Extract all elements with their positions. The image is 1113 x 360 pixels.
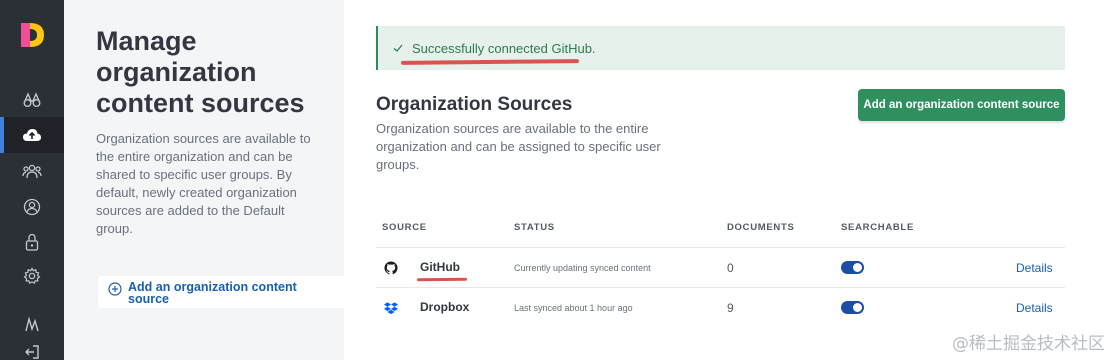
activity-icon: [25, 317, 39, 332]
details-link[interactable]: Details: [1016, 261, 1053, 275]
column-header-source[interactable]: SOURCE: [382, 222, 427, 233]
workplace-search-logo: [21, 23, 44, 47]
user-icon: [23, 198, 41, 216]
document-count: 0: [727, 261, 734, 275]
users-icon: [22, 164, 42, 179]
searchable-toggle[interactable]: [841, 301, 864, 314]
page-description: Organization sources are available to th…: [96, 131, 311, 236]
section-description: Organization sources are available to th…: [376, 121, 661, 172]
add-source-button[interactable]: Add an organization content source: [858, 89, 1065, 121]
plus-circle-icon: [108, 282, 122, 296]
logout-icon: [25, 345, 39, 359]
document-count: 9: [727, 301, 734, 315]
gear-icon: [23, 267, 41, 285]
toggle-knob: [853, 303, 862, 312]
success-message: Successfully connected GitHub.: [412, 40, 596, 56]
table-row: Dropbox Last synced about 1 hour ago 9 D…: [376, 288, 1065, 328]
annotation-underline: [416, 277, 468, 282]
source-name[interactable]: Dropbox: [420, 300, 469, 314]
column-header-searchable[interactable]: SEARCHABLE: [841, 222, 914, 233]
watermark: @稀土掘金技术社区: [952, 334, 1105, 354]
sidebar-item-users[interactable]: [0, 189, 64, 225]
check-icon: [393, 44, 403, 52]
icon-rail: [0, 0, 64, 360]
sidebar-item-overview[interactable]: [0, 82, 64, 118]
column-header-documents[interactable]: DOCUMENTS: [727, 222, 795, 233]
toggle-knob: [853, 263, 862, 272]
sidebar-item-sources[interactable]: [0, 117, 64, 153]
searchable-toggle[interactable]: [841, 261, 864, 274]
source-status: Currently updating synced content: [514, 263, 651, 273]
sidebar-item-groups[interactable]: [0, 153, 64, 189]
app-window: Manage organization content sources Orga…: [0, 0, 1113, 360]
sidebar-item-settings[interactable]: [0, 258, 64, 294]
cloud-upload-icon: [23, 129, 41, 141]
main-content: Successfully connected GitHub. Organizat…: [344, 0, 1113, 360]
sidebar-item-logout[interactable]: [0, 334, 64, 360]
source-name[interactable]: GitHub: [420, 260, 460, 274]
source-status: Last synced about 1 hour ago: [514, 303, 633, 313]
description-panel: Manage organization content sources Orga…: [64, 0, 374, 360]
section-title: Organization Sources: [376, 94, 573, 115]
sidebar-item-security[interactable]: [0, 224, 64, 260]
dropbox-icon: [384, 302, 398, 315]
lock-icon: [25, 233, 39, 251]
binoculars-icon: [23, 92, 41, 107]
page-title: Manage organization content sources: [96, 26, 305, 118]
details-link[interactable]: Details: [1016, 301, 1053, 315]
table-row: GitHub Currently updating synced content…: [376, 248, 1065, 288]
add-source-link[interactable]: Add an organization content source: [98, 276, 374, 308]
column-header-status[interactable]: STATUS: [514, 222, 555, 233]
github-icon: [384, 261, 398, 275]
add-source-link-label: Add an organization content source: [128, 280, 297, 306]
